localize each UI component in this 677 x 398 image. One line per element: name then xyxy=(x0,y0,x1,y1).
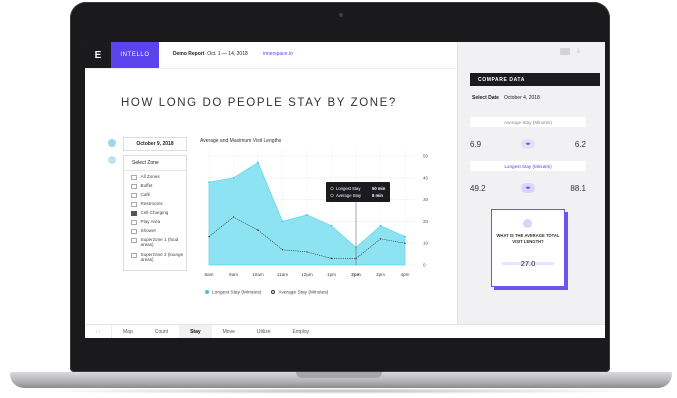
question-icon xyxy=(523,219,532,228)
visit-length-chart: 50 40 30 20 10 0 8am 9am 10am 11am 12pm 1pm 2pm 3pm 4p… xyxy=(205,148,429,277)
tab-utilize[interactable]: Utilize xyxy=(246,325,282,338)
legend-longest[interactable]: Longest Stay (Minutes) xyxy=(205,290,261,295)
legend-average-swatch xyxy=(271,290,276,294)
tab-nav-arrows[interactable]: ‹ › xyxy=(85,325,112,338)
longest-stay-point xyxy=(379,224,382,227)
select-date-label: Select Date xyxy=(472,95,499,101)
app-screen: E INTELLO Demo Report Oct. 1 — 14, 2018 … xyxy=(85,42,605,338)
tab-count[interactable]: Count xyxy=(144,325,179,338)
legend-average-label: Average Stay (Minutes) xyxy=(278,290,329,296)
main-pane: E INTELLO Demo Report Oct. 1 — 14, 2018 … xyxy=(85,42,457,324)
avg-stay-label: Average Stay (Minutes) xyxy=(470,117,586,127)
y-tick-label: 10 xyxy=(423,241,429,246)
legend-longest-label: Longest Stay (Minutes) xyxy=(212,290,262,296)
question-card[interactable]: WHAT IS THE AVERAGE TOTAL VISIT LENGTH? … xyxy=(491,209,565,287)
average-stay-point xyxy=(379,238,382,240)
answer-value: 27.0 xyxy=(520,259,536,268)
average-stay-point xyxy=(281,249,284,251)
tooltip-label: Average Stay xyxy=(336,193,362,198)
avg-stay-row: 6.9 ◂▸ 6.2 xyxy=(470,137,586,151)
tab-map[interactable]: Map xyxy=(112,325,144,338)
average-stay-point xyxy=(306,251,308,253)
average-stay-point xyxy=(330,257,333,260)
compare-panel: ⤓ COMPARE DATA Select Date October 4, 201… xyxy=(457,42,605,324)
y-tick-label: 20 xyxy=(423,219,429,224)
x-tick-label: 2pm xyxy=(351,272,360,277)
x-tick-label: 12pm xyxy=(301,272,313,277)
average-stay-point xyxy=(208,235,210,238)
laptop-notch xyxy=(296,372,382,378)
tooltip-value: 8 min xyxy=(372,193,383,198)
longest-stay-point xyxy=(404,235,406,238)
tab-stay[interactable]: Stay xyxy=(179,325,212,338)
tab-employ[interactable]: Employ xyxy=(282,325,321,338)
x-tick-label: 4pm xyxy=(401,272,410,277)
avg-stay-left: 6.9 xyxy=(470,139,482,149)
y-tick-label: 0 xyxy=(423,263,426,268)
laptop-shadow xyxy=(30,388,650,394)
average-stay-point xyxy=(232,216,235,218)
camera-icon xyxy=(339,13,343,17)
longest-stay-point xyxy=(208,181,210,184)
compare-arrows-icon: ◂▸ xyxy=(521,139,535,149)
y-tick-label: 30 xyxy=(423,197,429,202)
legend-longest-swatch xyxy=(205,290,209,294)
bottom-tab-bar: ‹ › Map Count Stay Move Utilize Employ xyxy=(85,324,605,338)
chart-tooltip xyxy=(326,182,390,202)
longest-stay-row: 49.2 ◂▸ 88.1 xyxy=(470,181,586,195)
y-tick-label: 50 xyxy=(423,154,429,159)
longest-stay-point xyxy=(232,176,235,179)
tab-move[interactable]: Move xyxy=(212,325,246,338)
x-tick-label: 8am xyxy=(205,272,214,277)
x-tick-label: 1pm xyxy=(327,272,336,277)
longest-stay-label: Longest Stay (Minutes) xyxy=(470,161,586,171)
x-tick-label: 3pm xyxy=(376,272,385,277)
x-tick-label: 11am xyxy=(277,272,288,277)
longest-stay-left: 49.2 xyxy=(470,183,486,193)
tooltip-label: Longest Stay xyxy=(336,186,361,191)
longest-stay-right: 88.1 xyxy=(570,183,586,193)
x-tick-label: 9am xyxy=(229,272,238,277)
panel-actions: ⤓ xyxy=(560,48,580,55)
compare-arrows-icon: ◂▸ xyxy=(521,183,535,193)
longest-stay-point xyxy=(330,224,333,227)
avg-stay-right: 6.2 xyxy=(574,139,586,149)
legend-average[interactable]: Average Stay (Minutes) xyxy=(271,290,328,295)
longest-stay-point xyxy=(306,213,308,216)
longest-stay-point xyxy=(257,161,259,164)
select-date-value: October 4, 2018 xyxy=(503,95,540,101)
longest-stay-point xyxy=(281,220,284,223)
tooltip-value: 50 min xyxy=(372,186,386,191)
x-tick-label: 10am xyxy=(252,272,264,277)
chart-legend: Longest Stay (Minutes) Average Stay (Min… xyxy=(205,290,328,295)
compare-header: COMPARE DATA xyxy=(470,73,600,86)
question-text: WHAT IS THE AVERAGE TOTAL VISIT LENGTH? xyxy=(496,233,560,244)
export-icon[interactable] xyxy=(560,48,570,55)
y-tick-label: 40 xyxy=(423,175,429,180)
download-icon[interactable]: ⤓ xyxy=(577,48,580,55)
average-stay-point xyxy=(257,229,259,231)
compare-date[interactable]: Select Date October 4, 2018 xyxy=(472,95,540,101)
average-stay-point xyxy=(404,242,406,244)
